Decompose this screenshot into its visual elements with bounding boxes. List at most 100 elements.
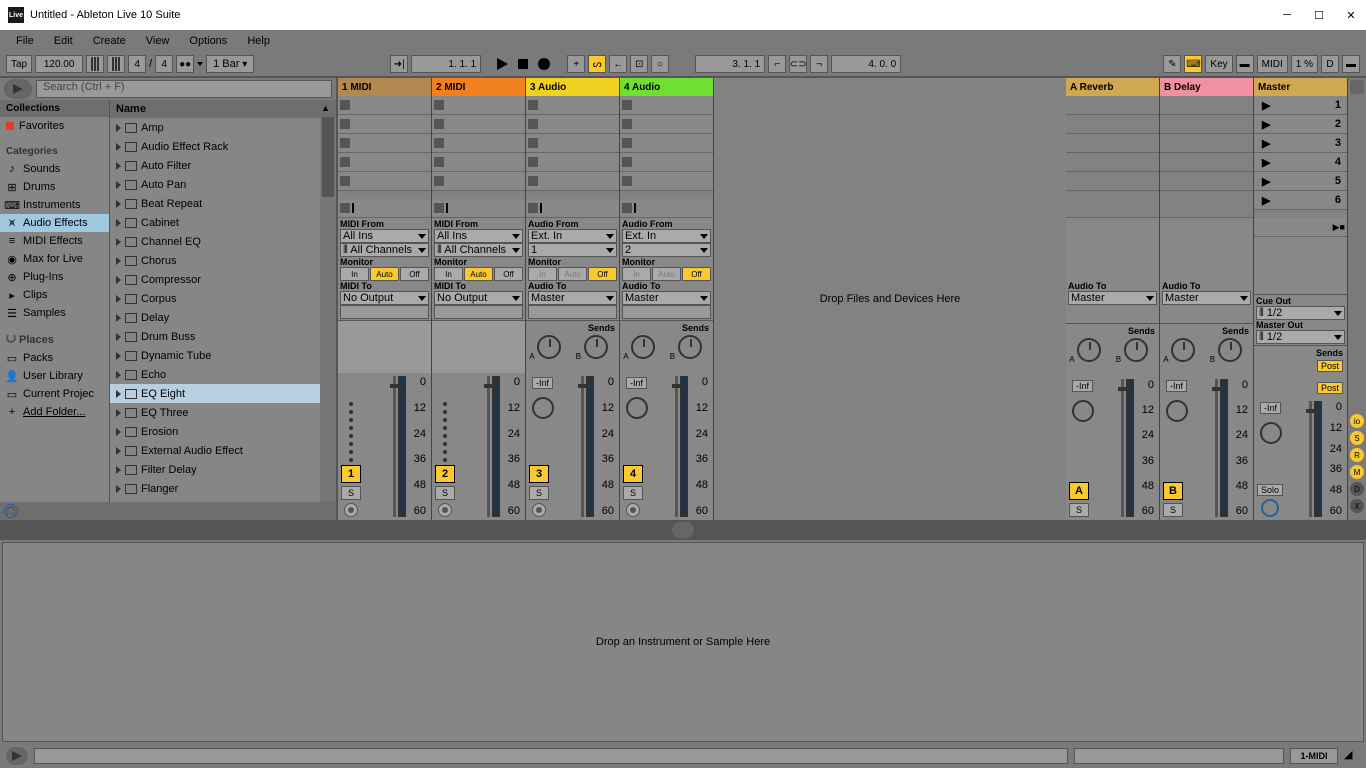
overdub-button[interactable]: +: [567, 55, 585, 73]
midi-map-button[interactable]: MIDI: [1257, 55, 1288, 73]
punch-out-button[interactable]: ¬: [810, 55, 828, 73]
clip-slot[interactable]: [526, 134, 619, 153]
clip-slot[interactable]: [338, 153, 431, 172]
scene-launch[interactable]: ▶2: [1254, 115, 1347, 134]
monitor-off[interactable]: Off: [682, 267, 711, 281]
browser-item[interactable]: Dynamic Tube: [110, 346, 336, 365]
io-select[interactable]: ⦀ 1/2: [1256, 330, 1345, 344]
draw-mode-button[interactable]: ✎: [1163, 55, 1181, 73]
browser-item[interactable]: EQ Eight: [110, 384, 336, 403]
arm-button[interactable]: [438, 503, 452, 517]
volume-fader[interactable]: 01224364860: [1306, 401, 1342, 517]
category-clips[interactable]: ▸Clips: [0, 286, 109, 304]
place-userlibrary[interactable]: 👤User Library: [0, 367, 109, 385]
browser-item[interactable]: Audio Effect Rack: [110, 137, 336, 156]
category-plug-ins[interactable]: ⊕Plug-Ins: [0, 268, 109, 286]
io-select[interactable]: Master: [528, 291, 617, 305]
monitor-auto[interactable]: Auto: [464, 267, 493, 281]
browser-item[interactable]: External Audio Effect: [110, 441, 336, 460]
sig-num[interactable]: 4: [128, 55, 146, 73]
io-select[interactable]: ⦀ All Channels: [340, 243, 429, 257]
clip-slot[interactable]: [620, 134, 713, 153]
send-knob[interactable]: [584, 335, 608, 359]
monitor-off[interactable]: Off: [494, 267, 523, 281]
io-select[interactable]: Master: [1162, 291, 1251, 305]
send-knob[interactable]: [1077, 338, 1101, 362]
clip-slot[interactable]: [620, 96, 713, 115]
solo-button[interactable]: S: [435, 486, 455, 500]
monitor-auto[interactable]: Auto: [652, 267, 681, 281]
track-header[interactable]: A Reverb: [1066, 78, 1159, 96]
category-instruments[interactable]: ⌨Instruments: [0, 196, 109, 214]
search-input[interactable]: Search (Ctrl + F): [36, 80, 332, 98]
browser-item[interactable]: Compressor: [110, 270, 336, 289]
browser-item[interactable]: EQ Three: [110, 403, 336, 422]
clip-stop-button[interactable]: [526, 199, 619, 218]
track-activator[interactable]: A: [1069, 482, 1089, 500]
reenable-automation-button[interactable]: ←: [609, 55, 627, 73]
post-button[interactable]: Post: [1317, 360, 1343, 372]
track-activator[interactable]: 1: [341, 465, 361, 483]
clip-slot[interactable]: [526, 172, 619, 191]
browser-item[interactable]: Amp: [110, 118, 336, 137]
computer-midi-button[interactable]: ⌨: [1184, 55, 1202, 73]
detail-view-toggle[interactable]: [6, 747, 28, 765]
arrangement-pos[interactable]: 1. 1. 1: [411, 55, 481, 73]
send-knob[interactable]: [1218, 338, 1242, 362]
solo-button[interactable]: S: [1163, 503, 1183, 517]
track-header[interactable]: 3 Audio: [526, 78, 619, 96]
monitor-auto[interactable]: Auto: [370, 267, 399, 281]
io-select[interactable]: Master: [622, 291, 711, 305]
io-select[interactable]: No Output: [434, 291, 523, 305]
post-button[interactable]: Post: [1317, 382, 1343, 394]
key-map-button[interactable]: Key: [1205, 55, 1232, 73]
io-select[interactable]: ⦀ 1/2: [1256, 306, 1345, 320]
overload-indicator[interactable]: D: [1321, 55, 1339, 73]
drop-files-zone[interactable]: Drop Files and Devices Here: [714, 78, 1066, 520]
browser-item[interactable]: Delay: [110, 308, 336, 327]
monitor-off[interactable]: Off: [588, 267, 617, 281]
browser-item[interactable]: Filter Delay: [110, 460, 336, 479]
volume-fader[interactable]: 01224364860: [1118, 379, 1154, 517]
crossfade-section-toggle[interactable]: X: [1350, 499, 1364, 513]
follow-button[interactable]: ➜|: [390, 55, 408, 73]
solo-button[interactable]: S: [623, 486, 643, 500]
metronome-button[interactable]: ●●: [176, 55, 194, 73]
browser-item[interactable]: Beat Repeat: [110, 194, 336, 213]
session-arrangement-toggle[interactable]: [1350, 80, 1364, 94]
place-currentprojec[interactable]: ▭Current Projec: [0, 385, 109, 403]
stop-all-button[interactable]: ▶■: [1254, 218, 1347, 237]
browser-item[interactable]: Corpus: [110, 289, 336, 308]
device-drop-zone[interactable]: Drop an Instrument or Sample Here: [2, 542, 1364, 742]
monitor-in[interactable]: In: [434, 267, 463, 281]
browser-item[interactable]: Channel EQ: [110, 232, 336, 251]
arm-button[interactable]: [532, 503, 546, 517]
send-knob[interactable]: [678, 335, 702, 359]
io-select[interactable]: Ext. In: [528, 229, 617, 243]
clip-slot[interactable]: [526, 153, 619, 172]
clip-slot[interactable]: [620, 115, 713, 134]
loop-button[interactable]: ⊂⊃: [789, 55, 807, 73]
tempo-nudge-up[interactable]: [107, 55, 125, 73]
monitor-off[interactable]: Off: [400, 267, 429, 281]
loop-start[interactable]: 3. 1. 1: [695, 55, 765, 73]
clip-slot[interactable]: [432, 96, 525, 115]
solo-button[interactable]: S: [529, 486, 549, 500]
track-activator[interactable]: 4: [623, 465, 643, 483]
maximize-button[interactable]: ☐: [1312, 8, 1326, 22]
track-activator[interactable]: 3: [529, 465, 549, 483]
category-midi-effects[interactable]: ≡MIDI Effects: [0, 232, 109, 250]
send-knob[interactable]: [631, 335, 655, 359]
io-select[interactable]: 1: [528, 243, 617, 257]
name-column-header[interactable]: Name▲: [110, 100, 336, 118]
play-button[interactable]: [493, 55, 511, 73]
clip-slot[interactable]: [338, 134, 431, 153]
tap-tempo-button[interactable]: Tap: [6, 55, 32, 73]
monitor-in[interactable]: In: [622, 267, 651, 281]
browser-item[interactable]: Echo: [110, 365, 336, 384]
browser-item[interactable]: Auto Filter: [110, 156, 336, 175]
close-button[interactable]: ✕: [1344, 8, 1358, 22]
io-select[interactable]: All Ins: [340, 229, 429, 243]
clip-slot[interactable]: [338, 172, 431, 191]
send-knob[interactable]: [537, 335, 561, 359]
